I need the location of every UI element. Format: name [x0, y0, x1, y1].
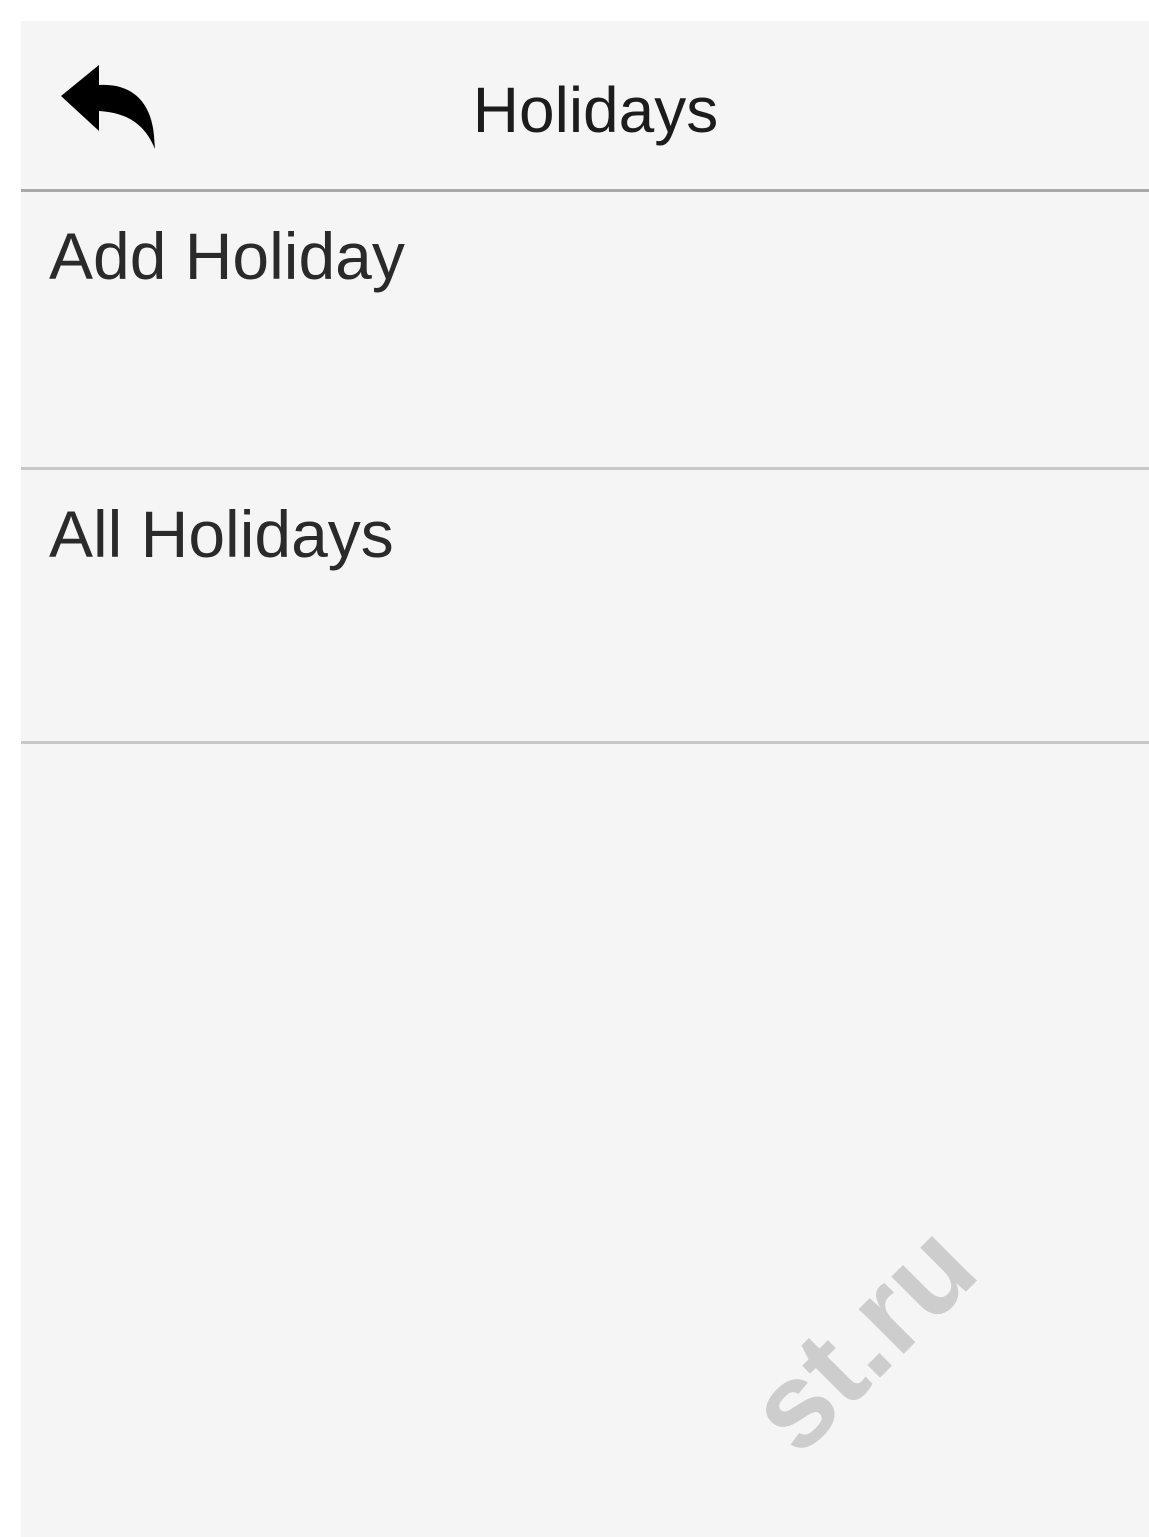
- back-button[interactable]: [59, 61, 159, 153]
- menu-item-label: Add Holiday: [49, 219, 405, 293]
- holidays-screen: Holidays Add Holiday All Holidays st.ru: [21, 21, 1149, 1537]
- page-title: Holidays: [472, 74, 719, 146]
- menu-item-add-holiday[interactable]: Add Holiday: [21, 192, 1149, 470]
- menu-item-label: All Holidays: [49, 497, 394, 571]
- menu-item-all-holidays[interactable]: All Holidays: [21, 470, 1149, 744]
- header-bar: Holidays: [21, 21, 1149, 192]
- back-arrow-icon: [61, 65, 155, 149]
- watermark: st.ru: [722, 1198, 1002, 1478]
